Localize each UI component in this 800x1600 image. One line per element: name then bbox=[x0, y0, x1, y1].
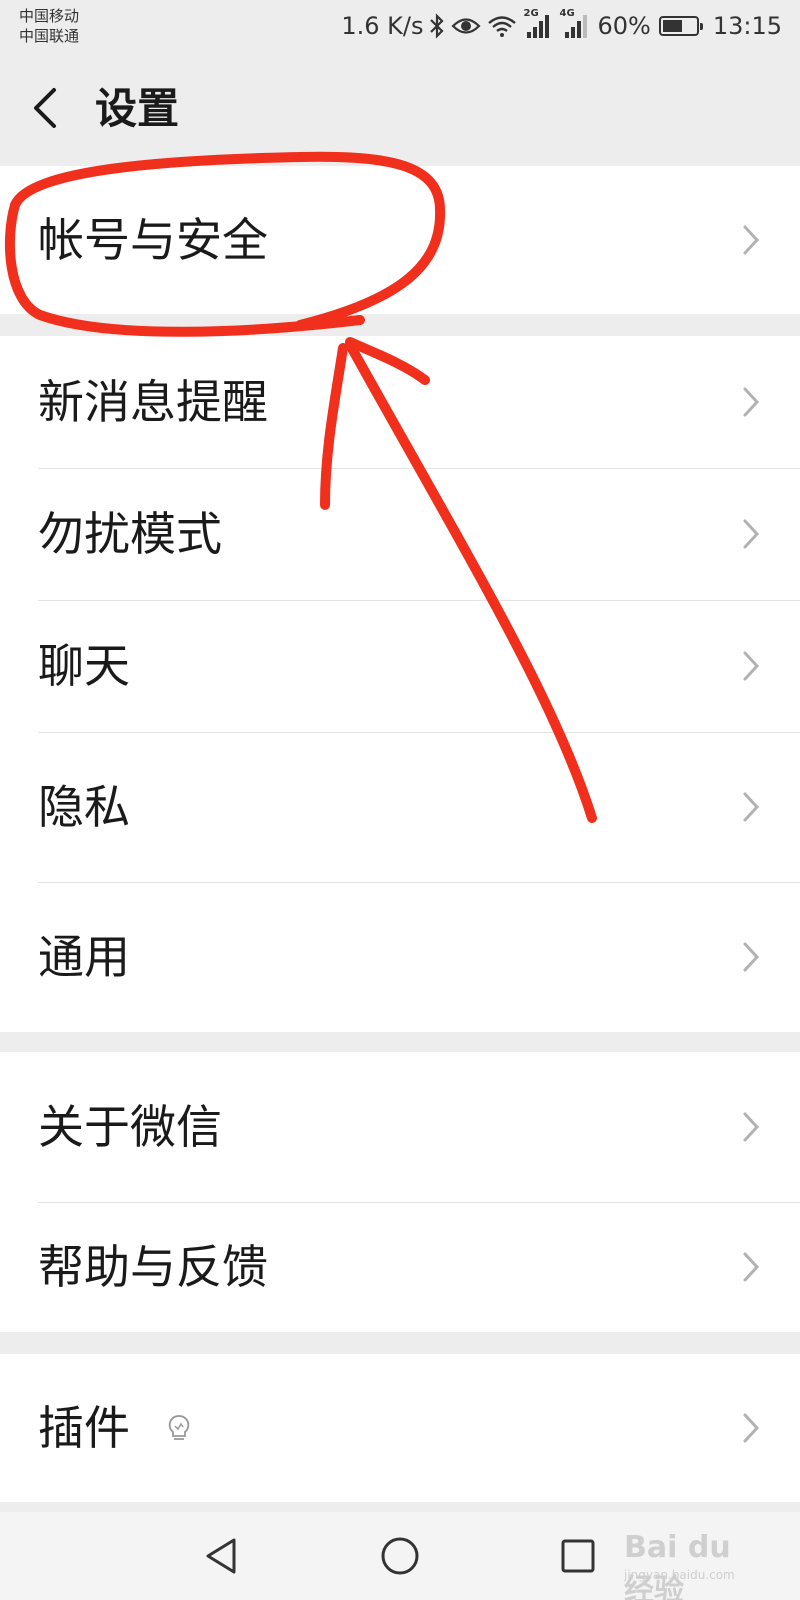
signal-bars-icon bbox=[527, 15, 550, 38]
status-indicators: 1.6 K/s 2G 4G 60% 13:15 bbox=[341, 8, 782, 44]
back-arrow-icon[interactable] bbox=[30, 86, 60, 130]
carrier-2: 中国联通 bbox=[19, 27, 80, 45]
settings-item-about-wechat[interactable]: 关于微信 bbox=[0, 1052, 800, 1202]
chevron-right-icon bbox=[743, 651, 760, 681]
battery-icon bbox=[658, 16, 703, 36]
chevron-right-icon bbox=[743, 942, 760, 972]
page-title: 设置 bbox=[95, 84, 180, 133]
system-recents-icon[interactable] bbox=[556, 1534, 600, 1578]
chevron-right-icon bbox=[743, 225, 760, 255]
wifi-icon bbox=[488, 16, 517, 37]
net-speed: 1.6 K/s bbox=[341, 12, 424, 40]
carrier-names: 中国移动 中国联通 bbox=[19, 6, 79, 46]
settings-item-privacy[interactable]: 隐私 bbox=[0, 732, 800, 882]
signal-4g: 4G bbox=[559, 8, 591, 40]
system-navigation-bar: Bai du 经验 jingyan.baidu.com bbox=[0, 1512, 800, 1600]
nav-bar: 设置 bbox=[0, 52, 800, 164]
clock: 13:15 bbox=[712, 12, 782, 40]
item-label: 勿扰模式 bbox=[38, 507, 222, 561]
item-label: 帐号与安全 bbox=[38, 213, 268, 267]
chevron-right-icon bbox=[743, 1413, 760, 1443]
item-label: 帮助与反馈 bbox=[38, 1240, 268, 1294]
settings-item-plugins[interactable]: 插件 bbox=[0, 1354, 800, 1502]
settings-item-help-feedback[interactable]: 帮助与反馈 bbox=[0, 1202, 800, 1332]
system-back-icon[interactable] bbox=[200, 1534, 244, 1578]
eye-icon bbox=[451, 18, 482, 34]
lightbulb-icon bbox=[168, 1415, 190, 1440]
chevron-right-icon bbox=[743, 1112, 760, 1142]
carrier-1: 中国移动 bbox=[19, 7, 80, 25]
settings-group-main: 新消息提醒 勿扰模式 聊天 隐私 通用 bbox=[0, 336, 800, 1032]
system-home-icon[interactable] bbox=[378, 1534, 422, 1578]
settings-group-about: 关于微信 帮助与反馈 bbox=[0, 1052, 800, 1332]
signal-2g: 2G bbox=[523, 8, 553, 40]
item-label: 插件 bbox=[38, 1401, 130, 1455]
watermark-brand: Bai du 经验 bbox=[624, 1530, 731, 1600]
bluetooth-icon bbox=[430, 13, 445, 39]
battery-percent: 60% bbox=[597, 12, 651, 40]
settings-group-account: 帐号与安全 bbox=[0, 166, 800, 314]
settings-item-account-security[interactable]: 帐号与安全 bbox=[0, 166, 800, 314]
chevron-right-icon bbox=[743, 1252, 760, 1282]
baidu-jingyan-watermark: Bai du 经验 jingyan.baidu.com bbox=[610, 1526, 760, 1600]
settings-item-notifications[interactable]: 新消息提醒 bbox=[0, 336, 800, 468]
item-label: 隐私 bbox=[38, 780, 130, 834]
watermark-url: jingyan.baidu.com bbox=[624, 1568, 735, 1582]
settings-item-chat[interactable]: 聊天 bbox=[0, 600, 800, 732]
item-label: 关于微信 bbox=[38, 1100, 222, 1154]
settings-group-plugins: 插件 bbox=[0, 1354, 800, 1502]
settings-item-do-not-disturb[interactable]: 勿扰模式 bbox=[0, 468, 800, 600]
settings-item-general[interactable]: 通用 bbox=[0, 882, 800, 1032]
battery-fill bbox=[662, 20, 682, 32]
item-label: 聊天 bbox=[38, 639, 130, 693]
chevron-right-icon bbox=[743, 792, 760, 822]
signal-bars-icon bbox=[565, 15, 588, 38]
item-label: 通用 bbox=[38, 930, 130, 984]
item-label: 新消息提醒 bbox=[38, 375, 268, 429]
chevron-right-icon bbox=[743, 519, 760, 549]
chevron-right-icon bbox=[743, 387, 760, 417]
status-bar: 中国移动 中国联通 1.6 K/s 2G 4G 60% 13:15 bbox=[0, 0, 800, 52]
